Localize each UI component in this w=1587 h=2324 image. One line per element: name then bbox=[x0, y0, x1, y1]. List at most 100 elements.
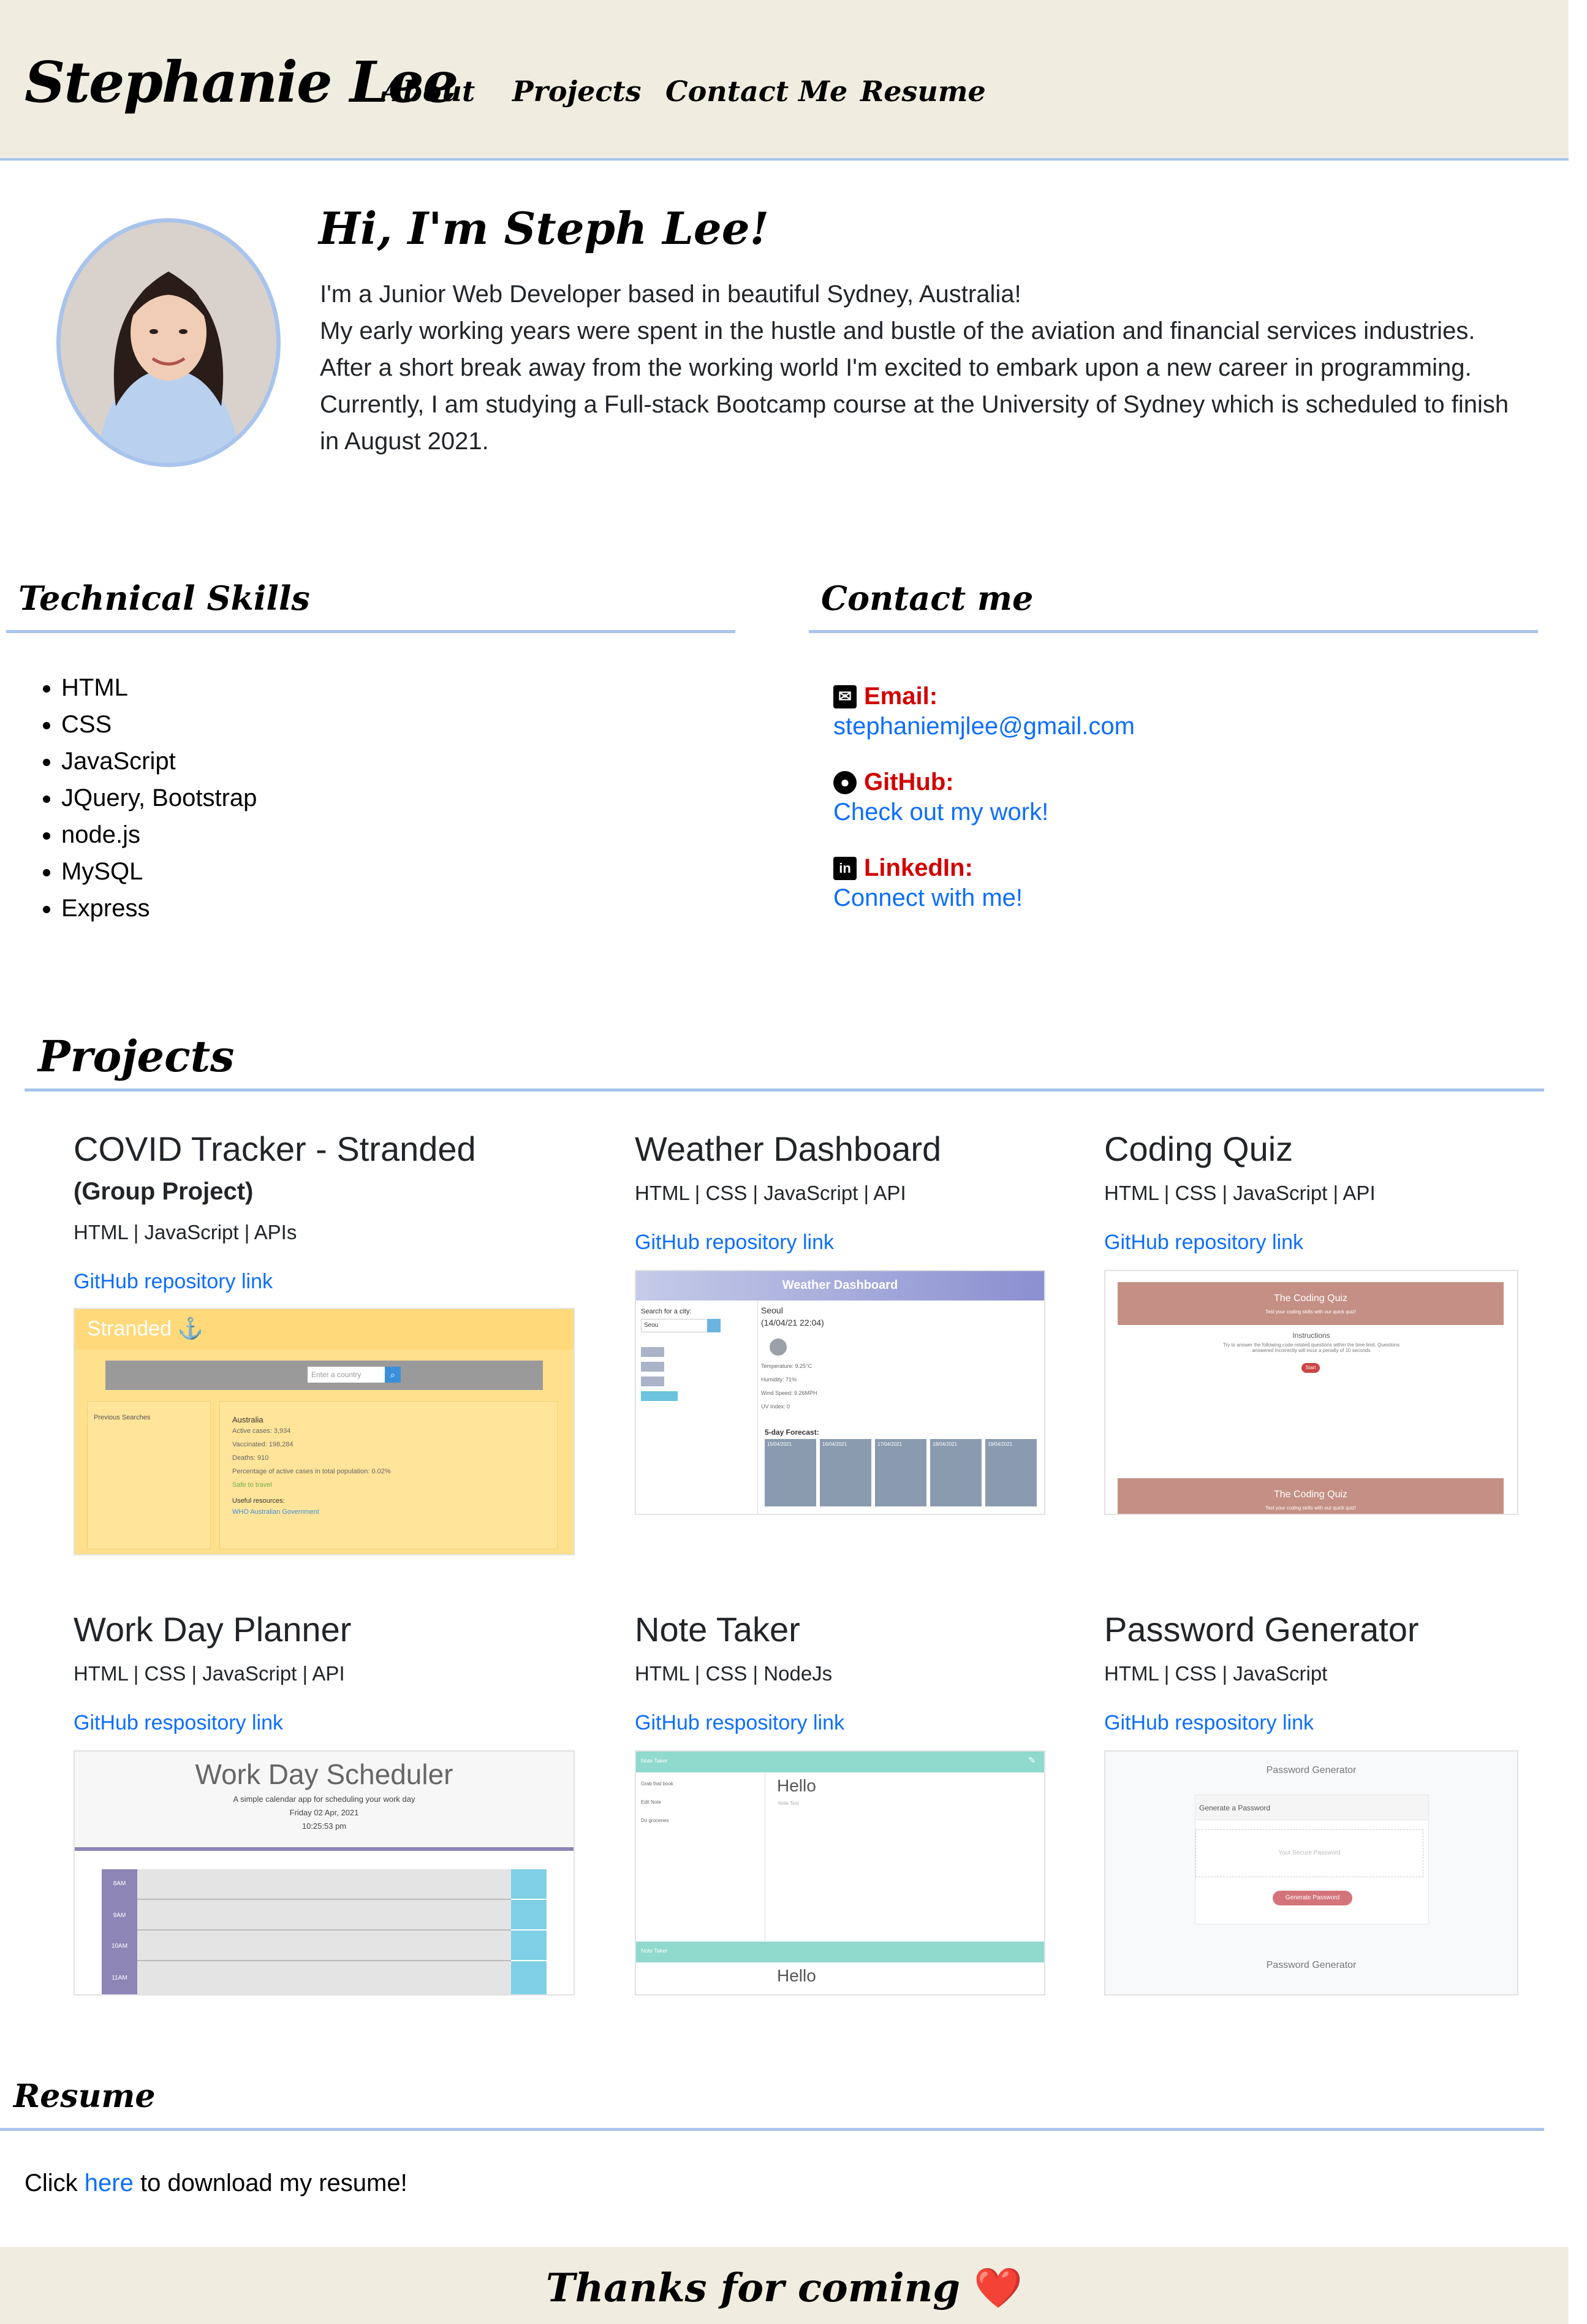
weather-line: Wind Speed: 9.26MPH bbox=[761, 1390, 817, 1396]
stranded-result-panel: Australia Active cases: 3,934 Vaccinated… bbox=[219, 1401, 558, 1549]
project-title-notes: Note Taker bbox=[635, 1610, 800, 1649]
stranded-line: Useful resources: bbox=[232, 1497, 285, 1505]
project-screenshot-weather[interactable]: Weather Dashboard Search for a city: Seo… bbox=[635, 1270, 1045, 1515]
project-link-planner[interactable]: GitHub respository link bbox=[74, 1711, 283, 1735]
note-list-item: Edit Note bbox=[641, 1799, 661, 1805]
linkedin-label-row: in LinkedIn: bbox=[833, 854, 1023, 882]
forecast-day: 16/04/2021 bbox=[822, 1441, 847, 1447]
projects-divider bbox=[25, 1088, 1544, 1092]
weather-search-label: Search for a city: bbox=[641, 1308, 692, 1315]
weather-date: (14/04/21 22:04) bbox=[761, 1318, 824, 1327]
project-screenshot-quiz[interactable]: The Coding Quiz Test your coding skills … bbox=[1104, 1270, 1518, 1515]
heart-icon: ❤️ bbox=[974, 2265, 1023, 2311]
email-link[interactable]: stephaniemjlee@gmail.com bbox=[833, 713, 1135, 740]
nav-about[interactable]: About bbox=[381, 75, 475, 108]
quiz-subtitle: Test your coding skills with our quick q… bbox=[1265, 1309, 1357, 1315]
github-label: GitHub: bbox=[864, 769, 954, 796]
skill-item: JavaScript bbox=[61, 743, 257, 780]
note-list: Grab that book Edit Note Do groceries bbox=[636, 1772, 765, 1944]
weather-search-button bbox=[707, 1319, 721, 1332]
planner-save-button bbox=[511, 1869, 547, 1899]
planner-date: Friday 02 Apr, 2021 bbox=[289, 1808, 359, 1817]
linkedin-link[interactable]: Connect with me! bbox=[833, 884, 1023, 912]
project-title-quiz: Coding Quiz bbox=[1104, 1130, 1293, 1168]
project-screenshot-password[interactable]: Password Generator Generate a Password Y… bbox=[1104, 1750, 1518, 1996]
resume-download-link[interactable]: here bbox=[85, 2170, 134, 2197]
project-link-covid[interactable]: GitHub repository link bbox=[74, 1270, 273, 1294]
forecast-day: 17/04/2021 bbox=[877, 1441, 903, 1447]
nav-contact[interactable]: Contact Me bbox=[665, 75, 847, 108]
skills-list: HTML CSS JavaScript JQuery, Bootstrap no… bbox=[37, 669, 257, 927]
pw-title: Password Generator bbox=[1266, 1765, 1357, 1775]
project-link-weather[interactable]: GitHub repository link bbox=[635, 1231, 834, 1255]
note-hello-repeat: Hello bbox=[777, 1966, 816, 1985]
weather-search-input: Seou bbox=[641, 1319, 710, 1332]
skills-divider bbox=[6, 630, 735, 633]
github-icon: ● bbox=[833, 770, 857, 794]
bio-line: I'm a Junior Web Developer based in beau… bbox=[320, 281, 1021, 308]
project-title-weather: Weather Dashboard bbox=[635, 1130, 942, 1168]
project-subtitle-covid: (Group Project) bbox=[74, 1178, 254, 1205]
resume-heading: Resume bbox=[13, 2078, 156, 2115]
note-header-title: Note Taker bbox=[641, 1758, 668, 1764]
pw-generate-button: Generate Password bbox=[1273, 1891, 1352, 1905]
stranded-line: Deaths: 910 bbox=[232, 1454, 269, 1462]
forecast-day: 18/04/2021 bbox=[933, 1441, 958, 1447]
weather-city: Seoul bbox=[761, 1305, 783, 1315]
note-header: Note Taker ✎ bbox=[636, 1752, 1044, 1772]
contact-divider bbox=[809, 630, 1538, 633]
envelope-icon: ✉ bbox=[833, 685, 857, 708]
forecast-card: 17/04/2021 bbox=[875, 1439, 926, 1506]
planner-hour: 11AM bbox=[112, 1975, 127, 1981]
skill-item: Express bbox=[61, 890, 257, 927]
site-footer: Thanks for coming ❤️ bbox=[0, 2247, 1569, 2324]
planner-header: Work Day Scheduler A simple calendar app… bbox=[75, 1752, 574, 1851]
weather-title: Weather Dashboard bbox=[782, 1278, 898, 1292]
nav-resume[interactable]: Resume bbox=[860, 75, 986, 108]
weather-header: Weather Dashboard bbox=[636, 1271, 1044, 1301]
bio-line: After a short break away from the workin… bbox=[320, 354, 1472, 381]
forecast-day: 15/04/2021 bbox=[767, 1441, 792, 1447]
pw-card-header: Generate a Password bbox=[1195, 1795, 1428, 1820]
project-screenshot-notes[interactable]: Note Taker ✎ Grab that book Edit Note Do… bbox=[635, 1750, 1045, 1996]
planner-row bbox=[137, 1931, 511, 1961]
quiz-header: The Coding Quiz Test your coding skills … bbox=[1118, 1282, 1504, 1325]
note-list-item: Grab that book bbox=[641, 1781, 673, 1787]
pw-card-title: Generate a Password bbox=[1199, 1804, 1271, 1812]
weather-line: Humidity: 71% bbox=[761, 1377, 797, 1383]
pw-output: Your Secure Password bbox=[1195, 1829, 1423, 1877]
email-label: Email: bbox=[864, 683, 938, 710]
project-link-notes[interactable]: GitHub respository link bbox=[635, 1711, 844, 1735]
quiz-text: Try to answer the following code-related… bbox=[1222, 1342, 1400, 1353]
contact-linkedin: in LinkedIn: Connect with me! bbox=[833, 854, 1023, 912]
github-label-row: ● GitHub: bbox=[833, 769, 1048, 796]
forecast-day: 19/04/2021 bbox=[988, 1441, 1013, 1447]
project-screenshot-covid[interactable]: Stranded ⚓ Enter a country ⌕ Previous Se… bbox=[74, 1308, 575, 1555]
skill-item: CSS bbox=[61, 706, 257, 743]
pw-card: Generate a Password Your Secure Password… bbox=[1195, 1794, 1429, 1924]
pw-title-repeat: Password Generator bbox=[1266, 1960, 1357, 1970]
site-header: Stephanie Lee About Projects Contact Me … bbox=[0, 0, 1569, 161]
weather-line: UV Index: 0 bbox=[761, 1403, 790, 1410]
stranded-search-input: Enter a country bbox=[308, 1367, 385, 1383]
project-title-planner: Work Day Planner bbox=[74, 1610, 352, 1649]
project-title-covid: COVID Tracker - Stranded bbox=[74, 1130, 476, 1168]
project-link-quiz[interactable]: GitHub repository link bbox=[1104, 1231, 1303, 1255]
planner-hour: 8AM bbox=[113, 1880, 126, 1887]
github-link[interactable]: Check out my work! bbox=[833, 799, 1048, 826]
weather-history-item bbox=[641, 1377, 664, 1386]
resume-text-after: to download my resume! bbox=[133, 2170, 407, 2197]
nav-projects[interactable]: Projects bbox=[512, 75, 642, 108]
project-tech-planner: HTML | CSS | JavaScript | API bbox=[74, 1662, 345, 1685]
quiz-instructions: Instructions bbox=[1292, 1331, 1330, 1340]
planner-subtitle: A simple calendar app for scheduling you… bbox=[233, 1794, 415, 1804]
profile-photo bbox=[56, 218, 281, 467]
stranded-prev-label: Previous Searches bbox=[94, 1414, 151, 1421]
note-header-repeat: Note Taker bbox=[636, 1942, 1044, 1962]
skill-item: MySQL bbox=[61, 853, 257, 890]
contact-github: ● GitHub: Check out my work! bbox=[833, 769, 1048, 826]
project-link-password[interactable]: GitHub respository link bbox=[1104, 1711, 1314, 1735]
project-tech-covid: HTML | JavaScript | APIs bbox=[74, 1221, 297, 1244]
planner-row bbox=[137, 1900, 511, 1931]
project-screenshot-planner[interactable]: Work Day Scheduler A simple calendar app… bbox=[74, 1750, 575, 1996]
